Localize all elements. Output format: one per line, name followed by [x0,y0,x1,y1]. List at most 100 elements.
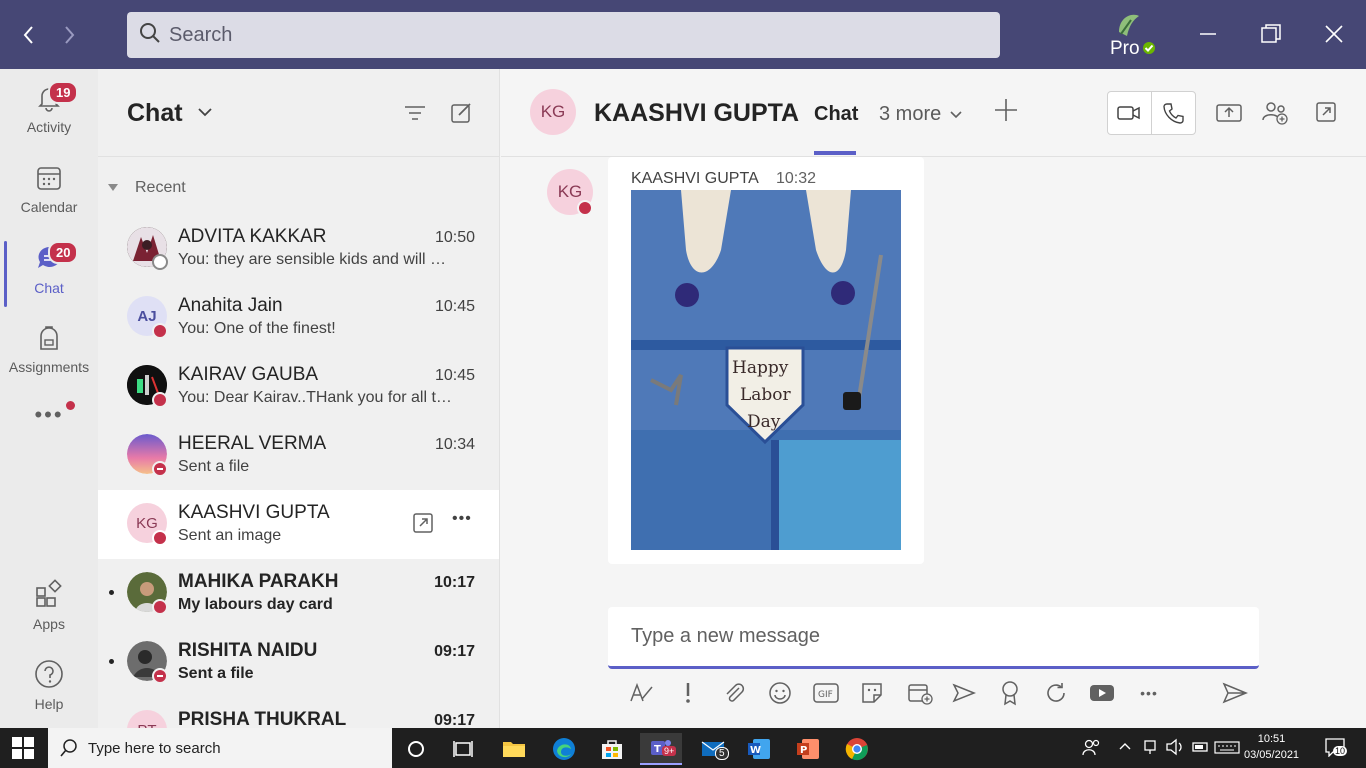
chevron-down-icon[interactable] [196,105,214,124]
minimize-icon[interactable] [1192,18,1224,50]
new-chat-icon[interactable] [450,101,474,125]
schedule-meeting-icon[interactable] [906,679,934,707]
battery-icon[interactable] [1190,738,1210,761]
recent-section-header[interactable]: Recent [108,179,186,197]
presence-busy-icon [152,323,168,339]
chevron-up-icon[interactable] [1118,738,1132,759]
sticker-icon[interactable] [858,679,886,707]
image-text: Day [747,412,781,432]
chat-name: Anahita Jain [178,295,283,316]
calendar-icon [35,164,63,195]
message-time: 10:32 [776,170,817,187]
chat-name: HEERAL VERMA [178,433,327,454]
audio-call-icon[interactable] [1152,92,1196,134]
gif-icon[interactable]: GIF [812,679,840,707]
chrome-icon[interactable] [836,733,878,765]
rail-label: Chat [34,279,64,296]
pop-out-chat-icon[interactable] [412,512,434,539]
back-arrow-icon[interactable] [16,22,42,48]
taskbar-search[interactable]: Type here to search [48,728,392,768]
edge-icon[interactable] [543,733,585,765]
chat-name: PRISHA THUKRAL [178,709,347,728]
teams-icon[interactable]: T 9+ [640,733,682,765]
image-text: Happy [732,358,789,378]
chat-item-prisha-thukral[interactable]: PT PRISHA THUKRAL 09:17 [98,697,499,728]
chat-item-heeral-verma[interactable]: HEERAL VERMA 10:34 Sent a file [98,421,499,490]
chat-item-anahita-jain[interactable]: AJ Anahita Jain 10:45 You: One of the fi… [98,283,499,352]
tab-more-dropdown[interactable]: 3 more [879,103,963,126]
tab-chat[interactable]: Chat [814,103,858,126]
chat-item-rishita-naidu[interactable]: RISHITA NAIDU 09:17 Sent a file [98,628,499,697]
chat-item-kairav-gauba[interactable]: KAIRAV GAUBA 10:45 You: Dear Kairav..THa… [98,352,499,421]
rail-item-calendar[interactable]: Calendar [0,153,98,225]
close-icon[interactable] [1318,18,1350,50]
word-icon[interactable]: W [738,733,780,765]
message-sender: KAASHVI GUPTA [631,170,759,187]
rail-label: Apps [33,615,65,632]
send-icon[interactable] [1221,679,1249,707]
pop-out-icon[interactable] [1315,101,1337,128]
stream-icon[interactable] [950,679,978,707]
chat-item-advita-kakkar[interactable]: ADVITA KAKKAR 10:50 You: they are sensib… [98,214,499,283]
video-call-icon[interactable] [1108,92,1152,134]
taskbar-clock[interactable]: 10:51 03/05/2021 [1244,731,1299,763]
windows-start-icon[interactable] [12,737,34,764]
share-screen-icon[interactable] [1216,101,1242,128]
praise-icon[interactable] [996,679,1024,707]
presence-dnd-icon [152,461,168,477]
maximize-icon[interactable] [1255,18,1287,50]
task-view-icon[interactable] [442,733,484,765]
add-tab-icon[interactable] [993,97,1019,128]
mail-badge: 5 [715,747,729,760]
presence-busy-icon [152,392,168,408]
unread-dot [109,590,114,595]
chat-time: 10:34 [434,436,475,453]
mail-icon[interactable]: 5 [692,733,734,765]
chat-preview: You: they are sensible kids and will gro… [178,251,453,268]
message-input[interactable] [608,607,1259,666]
avatar[interactable]: KG [530,89,576,135]
cortana-icon[interactable] [395,733,437,765]
profile-avatar[interactable]: Pro [1105,10,1161,62]
network-icon[interactable] [1142,738,1160,761]
search-bar[interactable] [127,12,1000,58]
rail-item-assignments[interactable]: Assignments [0,313,98,385]
svg-text:W: W [750,745,761,756]
rail-item-help[interactable]: Help [0,649,98,721]
rail-item-chat[interactable]: Chat 20 [0,233,98,307]
loop-icon[interactable] [1042,679,1070,707]
message-bubble[interactable]: KAASHVI GUPTA 10:32 Happy Labor Day [608,157,924,564]
emoji-icon[interactable] [766,679,794,707]
ellipsis-icon: ••• [34,402,64,427]
powerpoint-icon[interactable]: P [787,733,829,765]
chat-item-mahika-parakh[interactable]: MAHIKA PARAKH 10:17 My labours day card [98,559,499,628]
keyboard-icon[interactable] [1214,738,1240,761]
chat-item-kaashvi-gupta[interactable]: KG KAASHVI GUPTA Sent an image ••• [98,490,499,559]
image-text: Labor [740,385,792,405]
youtube-icon[interactable] [1088,679,1116,707]
volume-icon[interactable] [1165,738,1185,761]
more-options-icon[interactable]: ••• [452,510,472,528]
more-apps-button[interactable]: ••• [0,395,98,435]
store-icon[interactable] [591,733,633,765]
rail-item-apps[interactable]: Apps [0,569,98,641]
file-explorer-icon[interactable] [493,733,535,765]
search-input[interactable] [169,23,969,47]
important-icon[interactable] [674,679,702,707]
help-icon [34,659,64,692]
message-image[interactable]: Happy Labor Day [631,190,901,550]
attach-icon[interactable] [720,679,748,707]
message-composer[interactable] [608,607,1259,669]
forward-arrow-icon[interactable] [56,22,82,48]
notifications-icon[interactable]: 10 [1324,737,1348,762]
people-icon[interactable] [1082,738,1100,761]
conversation-title: KAASHVI GUPTA [594,99,800,127]
more-tools-icon[interactable]: ••• [1135,679,1163,707]
chat-preview: Sent an image [178,527,282,544]
filter-icon[interactable] [403,101,427,125]
conversation-header: KG KAASHVI GUPTA Chat 3 more [501,69,1366,157]
add-people-icon[interactable] [1261,101,1289,130]
format-icon[interactable] [627,679,655,707]
rail-item-activity[interactable]: Activity 19 [0,73,98,145]
profile-label: Pro [1110,38,1140,59]
